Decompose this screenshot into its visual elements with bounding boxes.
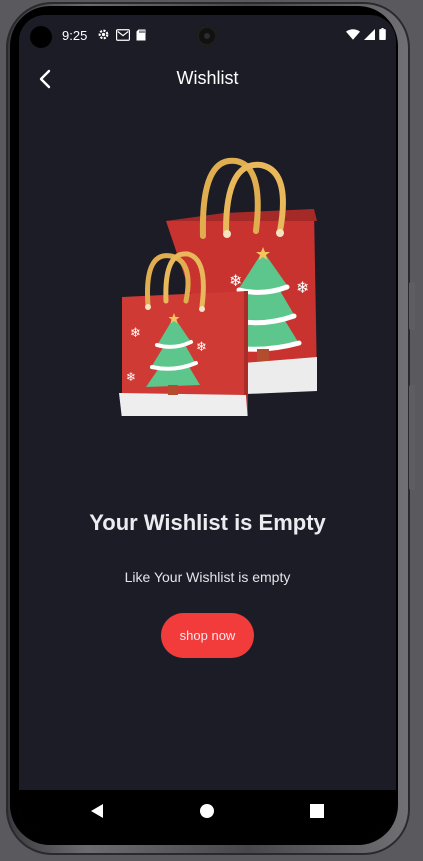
status-time: 9:25 xyxy=(62,28,88,43)
front-camera xyxy=(196,25,218,47)
battery-icon xyxy=(379,28,386,40)
wifi-icon xyxy=(346,28,360,40)
home-circle-icon[interactable] xyxy=(198,802,216,820)
camera-cutout xyxy=(30,26,52,48)
recents-square-icon[interactable] xyxy=(308,802,326,820)
mail-icon xyxy=(116,28,130,41)
svg-text:❄: ❄ xyxy=(296,278,309,297)
status-bar: 9:25 xyxy=(19,15,396,55)
back-triangle-icon[interactable] xyxy=(88,802,106,820)
sd-card-icon xyxy=(136,29,146,40)
notification-icons xyxy=(97,28,146,41)
system-icons xyxy=(346,28,386,40)
svg-text:❄: ❄ xyxy=(130,326,141,341)
screen: 9:25 Wishlist ❄ ❄ ❄ ❄ ❄ Your Wishlist is… xyxy=(19,15,396,833)
gear-icon xyxy=(98,29,109,40)
svg-text:❄: ❄ xyxy=(229,271,242,290)
empty-state-title: Your Wishlist is Empty xyxy=(89,510,326,535)
volume-button xyxy=(409,385,415,490)
shop-now-button[interactable]: shop now xyxy=(161,613,254,658)
page-title: Wishlist xyxy=(176,68,239,88)
shopping-bags-illustration: ❄ ❄ ❄ ❄ ❄ xyxy=(119,157,317,416)
svg-text:❄: ❄ xyxy=(126,370,136,384)
app-bar: Wishlist xyxy=(19,61,396,97)
empty-state-subtitle: Like Your Wishlist is empty xyxy=(124,569,291,585)
navigation-bar xyxy=(19,790,396,833)
signal-icon xyxy=(364,28,375,40)
svg-text:❄: ❄ xyxy=(196,340,207,355)
power-button xyxy=(409,282,415,330)
